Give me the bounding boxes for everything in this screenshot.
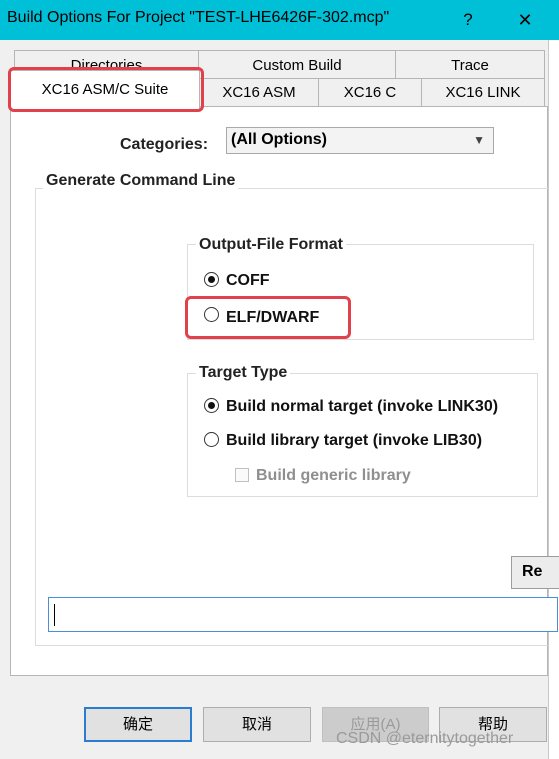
build-library-target-label[interactable]: Build library target (invoke LIB30) — [226, 432, 482, 450]
tab-custom-build[interactable]: Custom Build — [198, 50, 396, 80]
tab-label: Custom Build — [252, 57, 342, 74]
categories-selected-value: (All Options) — [231, 131, 327, 148]
watermark: CSDN @eternitytogether — [336, 730, 514, 747]
categories-dropdown[interactable]: (All Options) ▼ — [226, 127, 494, 154]
output-file-format-title: Output-File Format — [196, 236, 346, 254]
target-type-title: Target Type — [196, 364, 291, 382]
text-caret — [54, 604, 55, 626]
tab-trace[interactable]: Trace — [395, 50, 545, 80]
build-normal-target-radio[interactable] — [204, 398, 219, 413]
tab-label: XC16 C — [343, 84, 397, 101]
coff-radio[interactable] — [204, 272, 219, 287]
chevron-down-icon: ▼ — [473, 133, 485, 147]
coff-label[interactable]: COFF — [226, 272, 270, 290]
categories-label: Categories: — [120, 136, 209, 153]
ok-button[interactable]: 确定 — [84, 707, 192, 742]
command-line-field[interactable] — [48, 597, 558, 632]
generate-command-line-title: Generate Command Line — [43, 172, 239, 190]
tab-label: XC16 ASM — [222, 84, 296, 101]
build-generic-library-label: Build generic library — [256, 467, 411, 484]
elf-dwarf-radio[interactable] — [204, 307, 219, 322]
tab-xc16-asm[interactable]: XC16 ASM — [199, 78, 319, 106]
tab-xc16-c[interactable]: XC16 C — [318, 78, 422, 106]
tab-label: Trace — [451, 57, 489, 74]
build-generic-library-checkbox — [235, 468, 249, 482]
reset-button[interactable]: Re — [511, 556, 559, 589]
help-icon[interactable]: ? — [455, 7, 481, 33]
tab-xc16-link[interactable]: XC16 LINK — [421, 78, 545, 106]
cancel-button[interactable]: 取消 — [203, 707, 311, 742]
window-title: Build Options For Project "TEST-LHE6426F… — [7, 9, 390, 26]
background-window-edge — [548, 40, 559, 759]
tab-label: XC16 ASM/C Suite — [41, 81, 169, 98]
close-icon[interactable]: ✕ — [510, 7, 540, 33]
elf-dwarf-label[interactable]: ELF/DWARF — [226, 309, 319, 327]
build-normal-target-label[interactable]: Build normal target (invoke LINK30) — [226, 398, 498, 416]
tab-xc16-asm-c-suite[interactable]: XC16 ASM/C Suite — [10, 70, 200, 110]
tab-label: XC16 LINK — [445, 84, 521, 101]
build-library-target-radio[interactable] — [204, 432, 219, 447]
